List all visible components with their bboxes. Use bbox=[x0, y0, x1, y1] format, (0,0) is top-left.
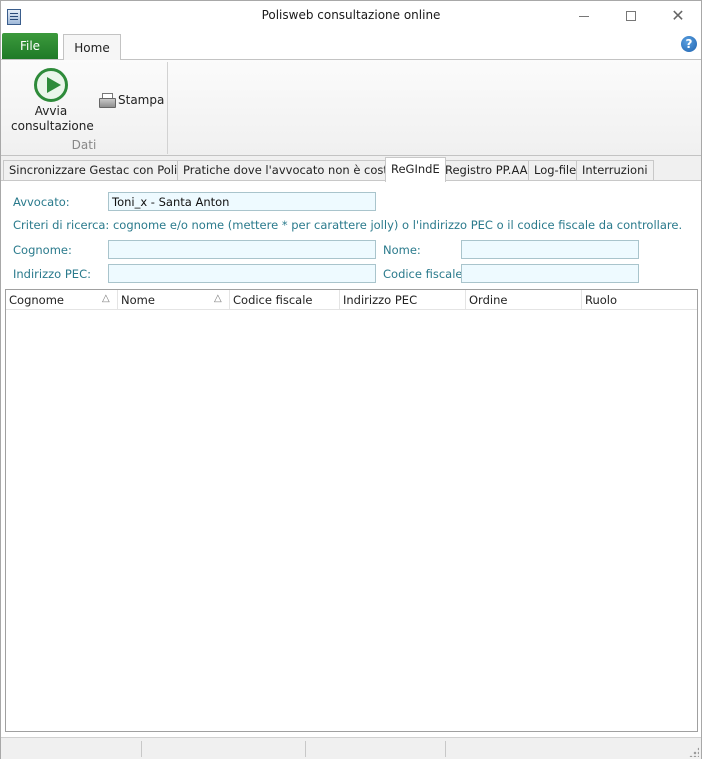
col-indirizzo-pec[interactable]: Indirizzo PEC bbox=[340, 290, 466, 310]
tab-interruzioni[interactable]: Interruzioni bbox=[576, 160, 654, 181]
avvia-consultazione-button[interactable]: Avvia consultazione bbox=[11, 66, 94, 136]
close-icon: ✕ bbox=[671, 6, 685, 25]
status-separator bbox=[141, 741, 142, 757]
col-nome-label: Nome bbox=[121, 293, 155, 307]
status-separator bbox=[445, 741, 446, 757]
content-tab-strip: Sincronizzare Gestac con Polisweb Pratic… bbox=[1, 156, 701, 182]
codice-fiscale-field[interactable] bbox=[461, 264, 639, 283]
title-bar[interactable]: Polisweb consultazione online ✕ bbox=[1, 1, 701, 31]
minimize-icon bbox=[579, 15, 589, 17]
regindE-panel: Avvocato: Toni_x - Santa Anton Criteri d… bbox=[1, 180, 701, 735]
col-ordine[interactable]: Ordine bbox=[466, 290, 582, 310]
home-tab[interactable]: Home bbox=[63, 34, 121, 60]
col-cognome-label: Cognome bbox=[9, 293, 64, 307]
stampa-label: Stampa bbox=[118, 93, 165, 107]
results-grid[interactable]: Cognome △ Nome △ Codice fiscale Indirizz… bbox=[5, 289, 698, 732]
col-cognome[interactable]: Cognome △ bbox=[6, 290, 118, 310]
col-codice-fiscale[interactable]: Codice fiscale bbox=[230, 290, 340, 310]
status-separator bbox=[305, 741, 306, 757]
maximize-button[interactable] bbox=[608, 1, 654, 31]
close-button[interactable]: ✕ bbox=[655, 1, 701, 31]
grid-header: Cognome △ Nome △ Codice fiscale Indirizz… bbox=[6, 290, 697, 310]
nome-field[interactable] bbox=[461, 240, 639, 259]
nome-label: Nome: bbox=[383, 243, 421, 257]
avvia-label-line2: consultazione bbox=[11, 119, 94, 133]
col-ruolo[interactable]: Ruolo bbox=[582, 290, 697, 310]
maximize-icon bbox=[626, 11, 636, 21]
tab-regindE[interactable]: ReGIndE bbox=[385, 157, 446, 182]
cognome-field[interactable] bbox=[108, 240, 376, 259]
ribbon-tab-strip: File Home ? bbox=[1, 31, 701, 60]
pec-label: Indirizzo PEC: bbox=[13, 267, 91, 281]
ribbon-group-separator bbox=[167, 62, 168, 154]
resize-grip[interactable] bbox=[689, 747, 699, 757]
tab-registro-ppaa[interactable]: Registro PP.AA. bbox=[439, 160, 537, 181]
play-icon bbox=[34, 68, 68, 102]
minimize-button[interactable] bbox=[561, 1, 607, 31]
status-bar bbox=[1, 737, 701, 759]
stampa-button[interactable]: Stampa bbox=[99, 90, 164, 110]
avvia-label-line1: Avvia bbox=[34, 104, 68, 118]
ribbon-panel: Avvia consultazione Stampa Dati bbox=[1, 59, 701, 156]
sort-icon: △ bbox=[214, 293, 222, 304]
tab-log-file[interactable]: Log-file bbox=[528, 160, 583, 181]
avvocato-label: Avvocato: bbox=[13, 195, 70, 209]
sort-icon: △ bbox=[102, 293, 110, 304]
avvocato-field[interactable]: Toni_x - Santa Anton bbox=[108, 192, 376, 211]
ribbon-group-label: Dati bbox=[71, 138, 97, 152]
criteria-text: Criteri di ricerca: cognome e/o nome (me… bbox=[13, 218, 683, 232]
cognome-label: Cognome: bbox=[13, 243, 72, 257]
pec-field[interactable] bbox=[108, 264, 376, 283]
file-tab[interactable]: File bbox=[2, 33, 58, 59]
help-icon[interactable]: ? bbox=[681, 36, 697, 52]
app-window: Polisweb consultazione online ✕ File Hom… bbox=[0, 0, 702, 759]
printer-icon bbox=[99, 93, 116, 108]
col-nome[interactable]: Nome △ bbox=[118, 290, 230, 310]
codice-fiscale-label: Codice fiscale: bbox=[383, 267, 467, 281]
